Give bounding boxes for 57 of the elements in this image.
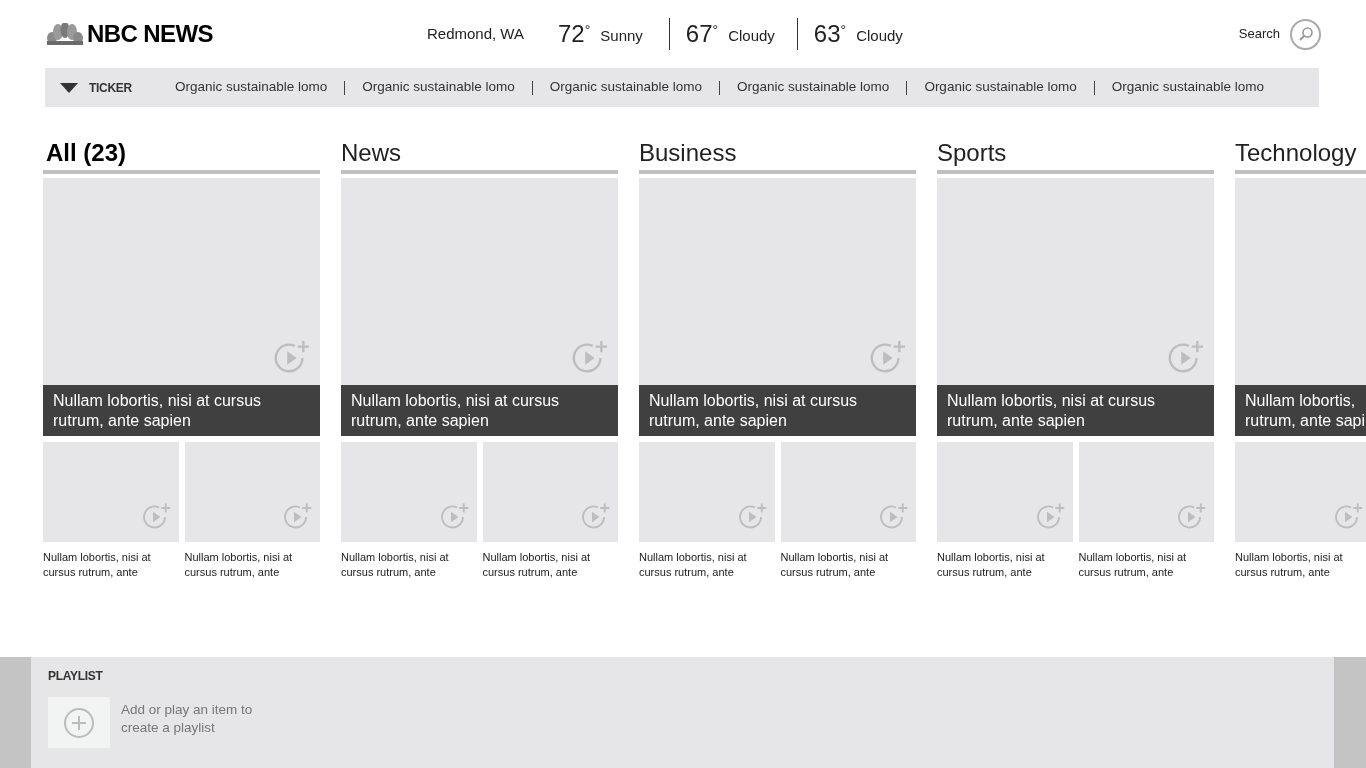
story-caption: Nullam lobortis, nisi at cursus rutrum, ante [43, 550, 152, 580]
story-caption: Nullam lobortis, nisi at cursus rutrum, ante [482, 550, 592, 580]
section-tab[interactable]: News [341, 141, 401, 165]
ticker-item[interactable]: Organic sustainable lomo [549, 77, 703, 98]
ticker-item[interactable]: Organic sustainable lomo [1111, 77, 1265, 98]
feature-card[interactable]: Nullam lobortis, nisi at cursus rutrum, ante sapien [43, 178, 320, 436]
story-thumbnail[interactable] [1078, 442, 1214, 542]
feature-card[interactable]: Nullam lobortis, nisi at cursus rutrum, ante sapien [937, 178, 1214, 436]
story-caption: Nullam lobortis, nisi at cursus rutrum, ante [780, 550, 890, 580]
ticker-item[interactable]: Organic sustainable lomo [362, 77, 515, 98]
weather-condition: Cloudy [728, 25, 775, 46]
feature-card[interactable]: Nullam lobortis, rutrum, ante sapi [1235, 178, 1366, 436]
logo-text: NBC NEWS [87, 19, 213, 49]
section-tab[interactable]: All (23) [43, 141, 129, 165]
add-item-button[interactable] [48, 697, 110, 748]
temperature: 67$^{°}$ [685, 22, 719, 46]
section-tab[interactable]: Sports [937, 141, 1007, 165]
search-icon [1297, 26, 1314, 42]
plus-circle-icon [63, 706, 95, 739]
story-thumbnail[interactable] [780, 442, 916, 542]
ticker-item[interactable]: Organic sustainable lomo [737, 77, 890, 98]
ticker-item[interactable]: Organic sustainable lomo [924, 77, 1077, 98]
feature-headline: Nullam lobortis, nisi at cursus rutrum, ante sapien [43, 385, 320, 436]
story-thumbnail[interactable] [184, 442, 320, 542]
story-thumbnail[interactable] [937, 442, 1073, 542]
feature-headline: Nullam lobortis, nisi at cursus rutrum, ante sapien [639, 385, 916, 436]
story-caption: Nullam lobortis, nisi at cursus rutrum, ante [1235, 550, 1344, 580]
playlist-title: PLAYLIST [48, 668, 104, 685]
story-caption: Nullam lobortis, nisi at cursus rutrum, ante [1078, 550, 1188, 580]
story-thumbnail[interactable] [482, 442, 618, 542]
story-caption: Nullam lobortis, nisi at cursus rutrum, ante [937, 550, 1046, 580]
feature-card[interactable]: Nullam lobortis, nisi at cursus rutrum, ante sapien [341, 178, 618, 436]
story-thumbnail[interactable] [1235, 442, 1366, 542]
feature-headline: Nullam lobortis, nisi at cursus rutrum, ante sapien [937, 385, 1214, 436]
weather-location: Redmond, WA [427, 23, 524, 44]
feature-card[interactable]: Nullam lobortis, nisi at cursus rutrum, ante sapien [639, 178, 916, 436]
ticker-item[interactable]: Organic sustainable lomo [175, 77, 328, 98]
story-thumbnail[interactable] [341, 442, 477, 542]
ticker-label: TICKER [89, 79, 133, 97]
feature-headline: Nullam lobortis, rutrum, ante sapi [1235, 385, 1366, 436]
playlist-hint: Add or play an item to create a playlist [121, 700, 253, 737]
search-label: Search [1238, 25, 1280, 44]
story-caption: Nullam lobortis, nisi at cursus rutrum, ante [341, 550, 450, 580]
section-tab[interactable]: Technology [1235, 141, 1357, 165]
story-thumbnail[interactable] [639, 442, 775, 542]
temperature: 63$^{°}$ [813, 22, 847, 46]
weather-condition: Sunny [600, 25, 643, 46]
temperature: 72$^{°}$ [558, 22, 591, 46]
peacock-logo-icon [47, 23, 83, 45]
story-caption: Nullam lobortis, nisi at cursus rutrum, ante [639, 550, 748, 580]
dropdown-triangle-icon[interactable] [60, 82, 78, 93]
feature-headline: Nullam lobortis, nisi at cursus rutrum, ante sapien [341, 385, 618, 436]
weather-condition: Cloudy [856, 25, 903, 46]
story-thumbnail[interactable] [43, 442, 179, 542]
search-button[interactable] [1290, 18, 1321, 50]
section-tab[interactable]: Business [639, 141, 737, 165]
story-caption: Nullam lobortis, nisi at cursus rutrum, ante [184, 550, 294, 580]
